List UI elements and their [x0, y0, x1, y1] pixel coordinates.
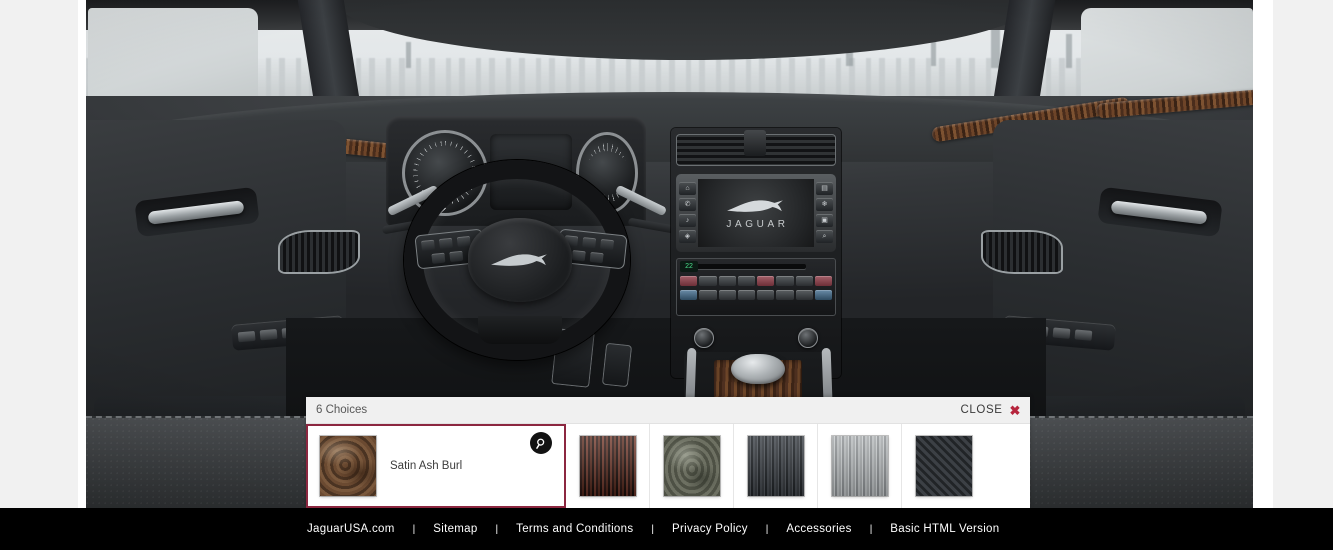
climate-button	[718, 290, 736, 300]
climate-button	[814, 276, 832, 286]
climate-button	[776, 276, 794, 286]
steering-button	[421, 239, 435, 251]
steering-button	[571, 249, 586, 262]
footer-separator: |	[765, 523, 769, 535]
nav-key: ◈	[679, 230, 696, 243]
swatch-item-2[interactable]	[566, 424, 650, 508]
footer-link-accessories[interactable]: Accessories	[786, 523, 851, 535]
jaguar-leaper-icon	[727, 200, 783, 212]
swatch-chip	[747, 436, 804, 496]
steering-button	[449, 250, 464, 263]
swatch-chip	[663, 436, 720, 496]
climate-button	[814, 290, 832, 300]
choice-panel-header: 6 Choices CLOSE ✖	[306, 397, 1030, 424]
skyline-tower	[1066, 34, 1072, 68]
footer-separator: |	[495, 523, 499, 535]
climate-button	[795, 276, 813, 286]
phone-key: ✆	[679, 198, 696, 211]
climate-button	[737, 290, 755, 300]
skyline-tower	[406, 42, 411, 68]
gutter-band-right	[1253, 0, 1273, 508]
window-switch	[259, 328, 278, 341]
jaguar-leaper-icon	[491, 254, 547, 266]
swatch-list: Satin Ash Burl	[306, 424, 1030, 508]
swatch-item-3[interactable]	[650, 424, 734, 508]
cd-slot	[688, 264, 806, 269]
climate-button	[718, 276, 736, 286]
door-air-vent	[983, 232, 1061, 272]
infotainment-bezel: ⌂ ✆ ♪ ◈ JAGUAR ▤ ❄ ▣ ⌕	[676, 174, 836, 252]
choice-count-label: 6 Choices	[316, 404, 368, 416]
infotainment-wordmark: JAGUAR	[726, 219, 789, 230]
magnifier-icon[interactable]	[530, 432, 552, 454]
climate-button	[795, 290, 813, 300]
close-button[interactable]: CLOSE ✖	[961, 404, 1022, 417]
steering-button	[600, 238, 615, 251]
footer-link-jaguarusa[interactable]: JaguarUSA.com	[307, 523, 395, 535]
climate-button	[699, 276, 717, 286]
climate-button	[680, 276, 698, 286]
steering-wheel-lower-trim	[478, 316, 562, 344]
climate-button	[680, 290, 698, 300]
home-key: ⌂	[679, 182, 696, 195]
swatch-chip	[831, 436, 888, 496]
steering-button	[438, 237, 453, 250]
steering-button	[431, 252, 446, 264]
seat-leather-left	[86, 416, 310, 508]
climate-knob-right	[798, 328, 818, 348]
swatch-item-4[interactable]	[734, 424, 818, 508]
climate-key: ❄	[816, 198, 833, 211]
climate-button-row	[680, 276, 832, 286]
close-button-label: CLOSE	[960, 404, 1003, 416]
window-switch	[237, 330, 256, 343]
infotainment-screen: JAGUAR	[698, 179, 814, 247]
seat-leather-right	[1029, 416, 1253, 508]
swatch-chip	[916, 436, 972, 496]
swatch-item-5[interactable]	[818, 424, 902, 508]
close-x-icon: ✖	[1009, 402, 1021, 418]
accelerator-pedal	[601, 342, 633, 388]
climate-control-panel: 22	[676, 258, 836, 316]
door-air-vent	[280, 232, 358, 272]
camera-key: ▣	[816, 214, 833, 227]
swatch-item-satin-ash-burl[interactable]: Satin Ash Burl	[306, 424, 566, 508]
footer-separator: |	[651, 523, 654, 535]
settings-key: ▤	[816, 182, 833, 195]
window-switch	[1052, 327, 1071, 339]
temperature-display: 22	[680, 261, 698, 272]
climate-knob-left	[694, 328, 714, 348]
climate-button	[757, 290, 775, 300]
vent-control-tab	[744, 130, 766, 156]
trim-choice-panel: 6 Choices CLOSE ✖ Satin Ash Burl	[306, 397, 1030, 508]
footer-nav: JaguarUSA.com | Sitemap | Terms and Cond…	[307, 523, 999, 535]
footer-link-terms[interactable]: Terms and Conditions	[516, 523, 633, 535]
swatch-label: Satin Ash Burl	[390, 460, 463, 472]
footer-link-sitemap[interactable]: Sitemap	[433, 523, 477, 535]
steering-button	[582, 237, 597, 249]
climate-button-row	[680, 290, 832, 300]
steering-button	[589, 251, 604, 264]
infotainment-keys-right: ▤ ❄ ▣ ⌕	[816, 182, 833, 243]
steering-wheel-hub	[468, 218, 572, 302]
page-stage: ⌂ ✆ ♪ ◈ JAGUAR ▤ ❄ ▣ ⌕ 22 6 Choices CLOS…	[0, 0, 1333, 550]
climate-button	[737, 276, 755, 286]
swatch-chip	[579, 436, 636, 496]
footer-link-privacy[interactable]: Privacy Policy	[672, 523, 748, 535]
window-switch	[1074, 329, 1093, 341]
swatch-item-6[interactable]	[902, 424, 986, 508]
climate-button	[757, 276, 775, 286]
search-key: ⌕	[816, 230, 833, 243]
media-key: ♪	[679, 214, 696, 227]
swatch-chip	[320, 436, 376, 496]
footer-separator: |	[869, 523, 873, 535]
infotainment-keys-left: ⌂ ✆ ♪ ◈	[679, 182, 696, 243]
footer-link-basic-html[interactable]: Basic HTML Version	[890, 523, 999, 535]
rotary-gear-selector	[731, 354, 785, 384]
magnifier-glyph	[535, 438, 544, 449]
site-footer: JaguarUSA.com | Sitemap | Terms and Cond…	[0, 508, 1333, 550]
climate-button	[776, 290, 794, 300]
climate-button	[699, 290, 717, 300]
footer-separator: |	[412, 523, 416, 535]
steering-button	[456, 235, 471, 248]
